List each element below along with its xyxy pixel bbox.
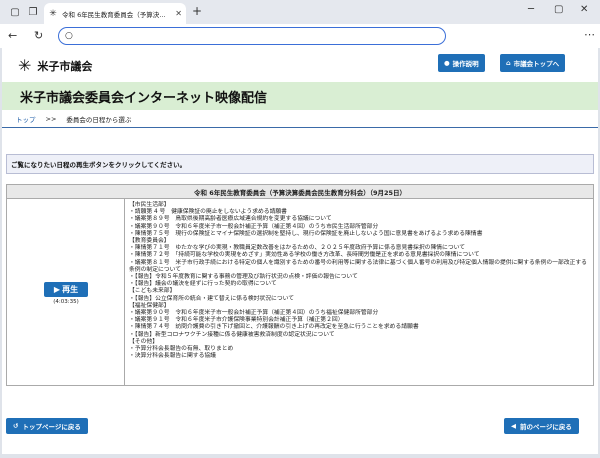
council-top-button[interactable]: ⌂ 市議会トップへ [500,54,566,72]
previous-page-label: 前のページに戻る [520,423,572,431]
tab-actions-icon[interactable]: ❐ [24,3,42,21]
meeting-row: ▶ 再生 (4:03:35) 【市民生活部】 ・請願第 4 号 健康保険証の廃止を… [7,199,593,385]
agenda-item: 【こども未来部】 [129,288,176,295]
window-menu-icon[interactable]: ▢ [6,3,24,21]
play-button-label: 再生 [62,285,79,294]
browser-tab[interactable]: ✳ 令和 6年民生教育委員会（予算決… ✕ [44,3,186,24]
page-title-banner: 米子市議会委員会インターネット映像配信 [2,82,598,110]
manual-button[interactable]: ● 操作説明 [438,54,485,72]
manual-button-label: 操作説明 [452,60,479,68]
back-to-top-button[interactable]: ↺ トップページに戻る [6,418,88,434]
search-icon: ○ [65,31,73,41]
play-button[interactable]: ▶ 再生 [44,282,88,297]
city-emblem-icon: ✳ [18,56,32,75]
agenda-item: 【福祉保健部】 [129,302,170,309]
browser-menu-icon[interactable]: ⋯ [584,28,595,41]
agenda-item: 【その他】 [129,338,158,345]
site-favicon-icon: ✳ [49,8,57,19]
return-icon: ↺ [13,422,19,430]
agenda-item: ・陳情第７４号 訪問介護費の引き下げ撤回と、介護報酬の引き上げの再改定を至急に行… [129,324,419,331]
minimize-icon[interactable]: ─ [528,4,534,15]
agenda-item: ・【報告】新型コロナワクチン接種に係る健康被害救済制度の認定状況について [129,331,335,338]
close-window-icon[interactable]: ✕ [580,4,588,15]
video-duration: (4:03:35) [53,299,79,305]
maximize-icon[interactable]: ▢ [554,4,563,15]
tab-title: 令和 6年民生教育委員会（予算決… [62,10,166,19]
arrow-left-icon: ◀ [511,422,516,430]
agenda-item: ・議案第９０号 令和６年度米子市一般会計補正予算（補正第４回）のうち市民生活部所… [129,223,379,230]
agenda-item: ・議案第８１号 米子市行政手続における特定の個人を識別するための番号の利用等に関… [129,259,587,273]
meeting-table: 令和 6年民生教育委員会（予算決算委員会民生教育分科会）（9月25日） ▶ 再生… [6,184,594,386]
browser-nav-bar: ← ↻ ○ ⋯ [0,24,600,48]
breadcrumb: トップ >> 委員会の日程から選ぶ [2,110,598,128]
agenda-item: ・陳情第７２号 「持続可能な学校の実現をめざす」実効性ある学校の働き方改革、長時… [129,252,480,259]
agenda-item: ・【報告】議会の議決を経ずに行った契約の取得について [129,281,277,288]
previous-page-button[interactable]: ◀ 前のページに戻る [504,418,579,434]
agenda-item: ・決算分科会長報告に関する協議 [129,353,216,360]
browser-tab-bar: ▢ ❐ ✳ 令和 6年民生教育委員会（予算決… ✕ + ─ ▢ ✕ [0,0,600,24]
play-icon: ▶ [53,285,61,294]
new-tab-icon[interactable]: + [192,4,202,18]
instruction-text: ご覧になりたい日程の再生ボタンをクリックしてください。 [11,161,187,169]
close-tab-icon[interactable]: ✕ [175,9,182,18]
page-title: 米子市議会委員会インターネット映像配信 [20,90,268,106]
address-bar[interactable]: ○ [58,27,446,45]
agenda-item: ・【報告】公立保育所の統合・建て替えに係る検討状況について [129,295,295,302]
back-to-top-label: トップページに戻る [22,423,81,431]
council-top-button-label: 市議会トップへ [513,60,560,68]
instruction-notice: ご覧になりたい日程の再生ボタンをクリックしてください。 [6,154,594,174]
info-icon: ● [444,59,450,67]
breadcrumb-separator: >> [45,114,57,123]
reload-icon[interactable]: ↻ [34,29,43,42]
play-cell: ▶ 再生 (4:03:35) [7,199,125,385]
home-icon: ⌂ [506,59,511,67]
agenda-item: ・議案第８９号 鳥取県後期高齢者医療広域連合規約を変更する協議について [129,216,332,223]
back-icon[interactable]: ← [8,29,17,42]
site-header: ✳ 米子市議会 ● 操作説明 ⌂ 市議会トップへ [2,48,598,82]
site-logo-text: 米子市議会 [37,59,93,73]
breadcrumb-home-link[interactable]: トップ [16,114,36,124]
web-page: ✳ 米子市議会 ● 操作説明 ⌂ 市議会トップへ 米子市議会委員会インターネット… [2,48,598,454]
meeting-title: 令和 6年民生教育委員会（予算決算委員会民生教育分科会）（9月25日） [7,185,593,199]
site-logo[interactable]: ✳ 米子市議会 [18,56,92,75]
agenda-list: 【市民生活部】 ・請願第 4 号 健康保険証の廃止をしないよう求める請願書 ・議案第… [125,199,593,385]
breadcrumb-current: 委員会の日程から選ぶ [66,115,132,124]
agenda-item: ・陳情第７５号 現行の保険証とマイナ保険証の選択制を堅持し、現行の保険証を廃止し… [129,230,483,237]
